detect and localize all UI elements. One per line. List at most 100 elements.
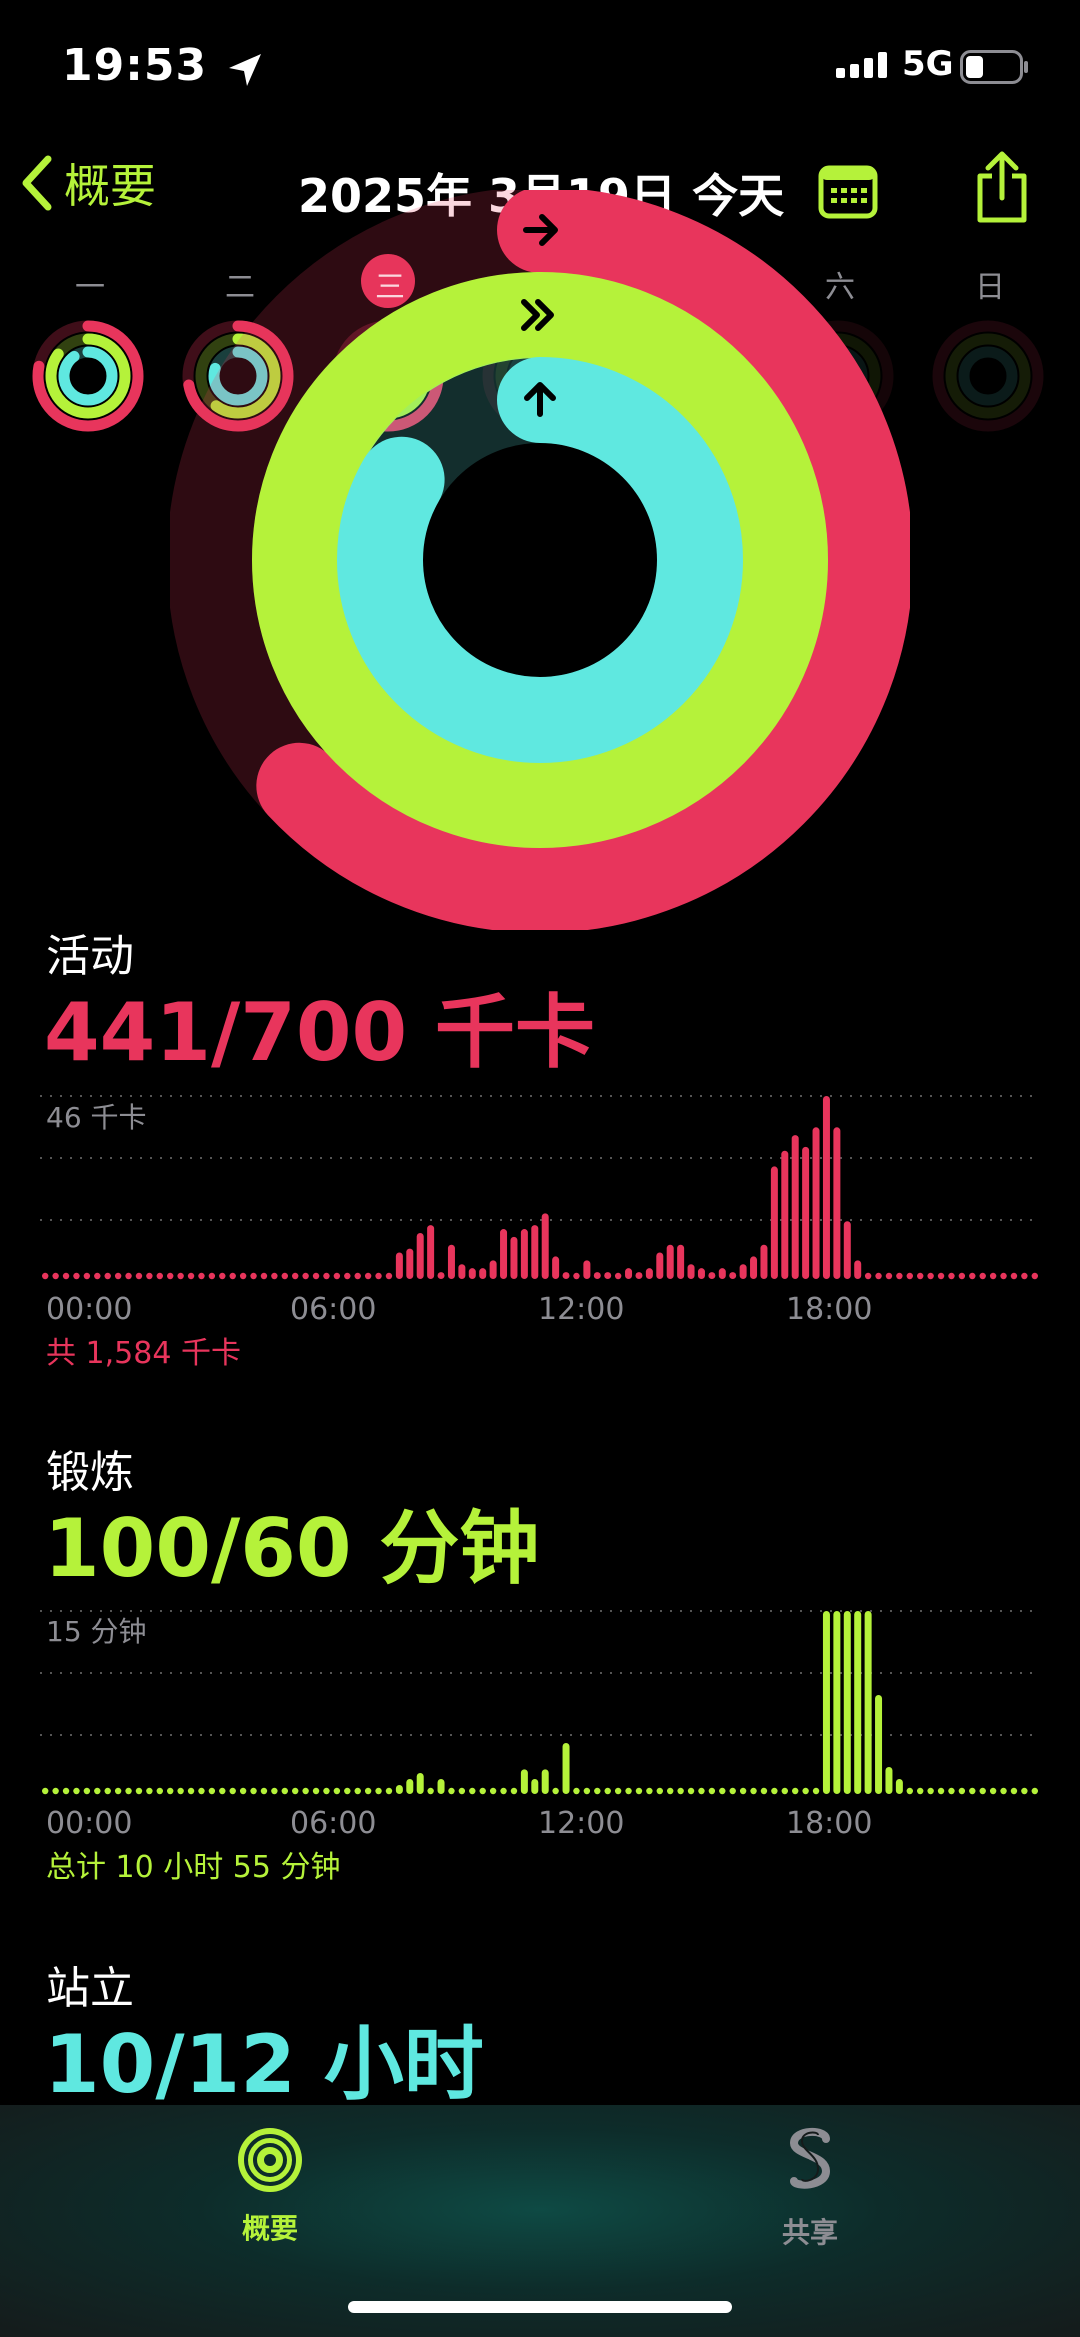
bar <box>250 1787 257 1795</box>
bar <box>802 1146 810 1279</box>
activity-chart <box>40 1095 1040 1280</box>
bar <box>167 1787 174 1795</box>
bar <box>437 1779 445 1794</box>
bar <box>698 1787 705 1795</box>
bar <box>62 1787 70 1795</box>
bar <box>94 1787 101 1795</box>
bar <box>146 1787 153 1795</box>
x-tick-label: 18:00 <box>786 1806 873 1841</box>
weekday-1[interactable]: 一 <box>60 262 120 306</box>
bar <box>750 1787 757 1795</box>
mini-ring-day-7[interactable] <box>930 318 1046 434</box>
bar <box>583 1787 591 1795</box>
bar <box>167 1272 174 1280</box>
bar <box>573 1272 580 1280</box>
x-tick-label: 12:00 <box>538 1292 625 1327</box>
bar <box>281 1272 288 1280</box>
bar <box>520 1769 528 1794</box>
bar <box>625 1268 633 1279</box>
bar <box>687 1787 695 1795</box>
bar <box>333 1272 341 1280</box>
bar <box>812 1787 820 1795</box>
bar <box>541 1213 549 1279</box>
bar <box>833 1611 841 1794</box>
share-icon[interactable] <box>972 150 1032 224</box>
bar <box>562 1743 570 1794</box>
bar <box>739 1264 747 1279</box>
bar <box>593 1272 601 1279</box>
x-tick-label: 12:00 <box>538 1806 625 1841</box>
bar <box>198 1787 205 1795</box>
bar <box>354 1272 361 1280</box>
bar <box>969 1787 976 1795</box>
bar <box>500 1229 508 1279</box>
exercise-value: 100/60 分钟 <box>44 1502 540 1595</box>
bar <box>864 1611 872 1794</box>
bar <box>625 1787 632 1795</box>
bar <box>302 1272 309 1280</box>
bar <box>52 1787 59 1795</box>
bar <box>447 1244 455 1279</box>
bar <box>697 1268 705 1279</box>
back-button[interactable]: 概要 <box>20 150 156 216</box>
battery-icon <box>960 50 1028 84</box>
bar <box>104 1787 111 1795</box>
bar <box>42 1272 49 1280</box>
bar <box>156 1272 163 1280</box>
bar <box>62 1272 70 1280</box>
bar <box>354 1787 361 1795</box>
bar <box>1010 1272 1018 1280</box>
bar <box>1010 1787 1018 1795</box>
activity-value: 441/700 千卡 <box>44 986 596 1079</box>
bar <box>281 1787 288 1795</box>
mini-ring-day-1[interactable] <box>30 318 146 434</box>
bar <box>822 1611 830 1794</box>
bar <box>677 1787 684 1795</box>
tab-sharing[interactable]: 共享 <box>770 2125 850 2251</box>
x-tick-label: 06:00 <box>290 1806 377 1841</box>
bar <box>375 1787 382 1795</box>
bar <box>666 1244 674 1279</box>
bar <box>573 1787 580 1795</box>
status-time: 19:53 <box>62 40 208 91</box>
bar <box>792 1787 799 1795</box>
bar <box>875 1272 882 1280</box>
x-tick-label: 00:00 <box>46 1292 133 1327</box>
bar <box>906 1272 913 1280</box>
bar <box>729 1787 736 1795</box>
bar <box>677 1244 685 1279</box>
bar <box>969 1272 976 1280</box>
bar <box>344 1272 351 1280</box>
bar <box>760 1787 768 1795</box>
bar <box>1021 1787 1028 1795</box>
bar <box>468 1268 476 1279</box>
tab-summary[interactable]: 概要 <box>230 2125 310 2247</box>
bar <box>781 1150 789 1279</box>
bar <box>531 1779 539 1794</box>
bar <box>864 1272 872 1280</box>
bar <box>552 1256 560 1279</box>
weekday-7[interactable]: 日 <box>960 262 1020 306</box>
bar <box>885 1272 893 1280</box>
bar <box>771 1787 778 1795</box>
bar <box>802 1787 809 1795</box>
stand-ring <box>337 357 743 763</box>
bar <box>979 1787 986 1795</box>
bar <box>781 1787 788 1795</box>
bar <box>156 1787 163 1795</box>
location-arrow-icon <box>229 54 261 86</box>
activity-total: 共 1,584 千卡 <box>46 1336 241 1371</box>
bar <box>427 1225 435 1279</box>
bar <box>479 1787 486 1795</box>
bar <box>385 1787 393 1795</box>
bar <box>229 1272 236 1280</box>
home-indicator[interactable] <box>348 2301 732 2313</box>
bar <box>198 1272 205 1280</box>
bar <box>520 1229 528 1279</box>
bar <box>760 1244 768 1279</box>
stand-value: 10/12 小时 <box>44 2018 484 2111</box>
bar <box>52 1272 59 1280</box>
bar <box>406 1779 414 1794</box>
bar <box>250 1272 257 1280</box>
signal-icon <box>836 52 887 78</box>
